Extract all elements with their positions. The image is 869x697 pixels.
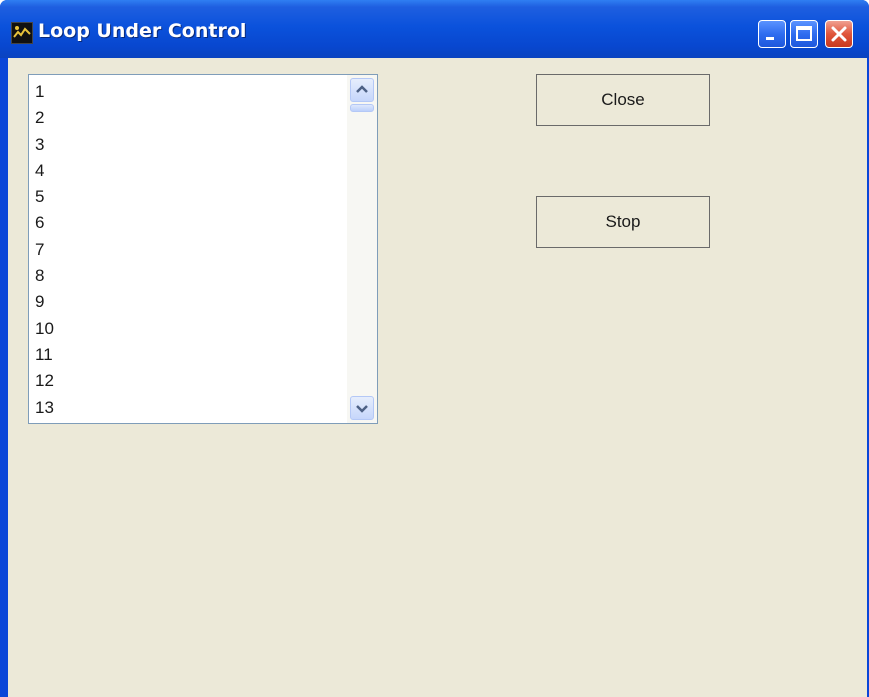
chevron-down-icon (356, 405, 368, 413)
vertical-scrollbar[interactable] (347, 75, 377, 423)
minimize-icon (766, 37, 774, 40)
maximize-icon (796, 26, 812, 41)
list-item[interactable]: 2 (35, 105, 54, 131)
list-item[interactable]: 12 (35, 368, 54, 394)
stop-button[interactable]: Stop (536, 196, 710, 248)
list-item[interactable]: 5 (35, 184, 54, 210)
scroll-up-button[interactable] (350, 78, 374, 102)
list-item[interactable]: 4 (35, 158, 54, 184)
listbox-items: 1 2 3 4 5 6 7 8 9 10 11 12 13 (35, 79, 54, 421)
client-area: 1 2 3 4 5 6 7 8 9 10 11 12 13 Close Stop (8, 58, 867, 697)
list-item[interactable]: 8 (35, 263, 54, 289)
list-item[interactable]: 10 (35, 316, 54, 342)
list-item[interactable]: 11 (35, 342, 54, 368)
close-button[interactable]: Close (536, 74, 710, 126)
close-window-button[interactable] (825, 20, 853, 48)
number-listbox[interactable]: 1 2 3 4 5 6 7 8 9 10 11 12 13 (28, 74, 378, 424)
list-item[interactable]: 1 (35, 79, 54, 105)
list-item[interactable]: 13 (35, 395, 54, 421)
list-item[interactable]: 7 (35, 237, 54, 263)
list-item[interactable]: 3 (35, 132, 54, 158)
minimize-button[interactable] (758, 20, 786, 48)
title-bar[interactable]: Loop Under Control (0, 0, 869, 58)
list-item[interactable]: 6 (35, 210, 54, 236)
maximize-button[interactable] (790, 20, 818, 48)
scrollbar-thumb[interactable] (350, 104, 374, 112)
window-title: Loop Under Control (38, 20, 247, 42)
close-icon (831, 26, 847, 42)
list-item[interactable]: 9 (35, 289, 54, 315)
chevron-up-icon (356, 85, 368, 93)
scroll-down-button[interactable] (350, 396, 374, 420)
application-window: Loop Under Control 1 2 3 4 5 6 7 8 9 10 … (0, 0, 869, 697)
app-icon (11, 22, 33, 44)
